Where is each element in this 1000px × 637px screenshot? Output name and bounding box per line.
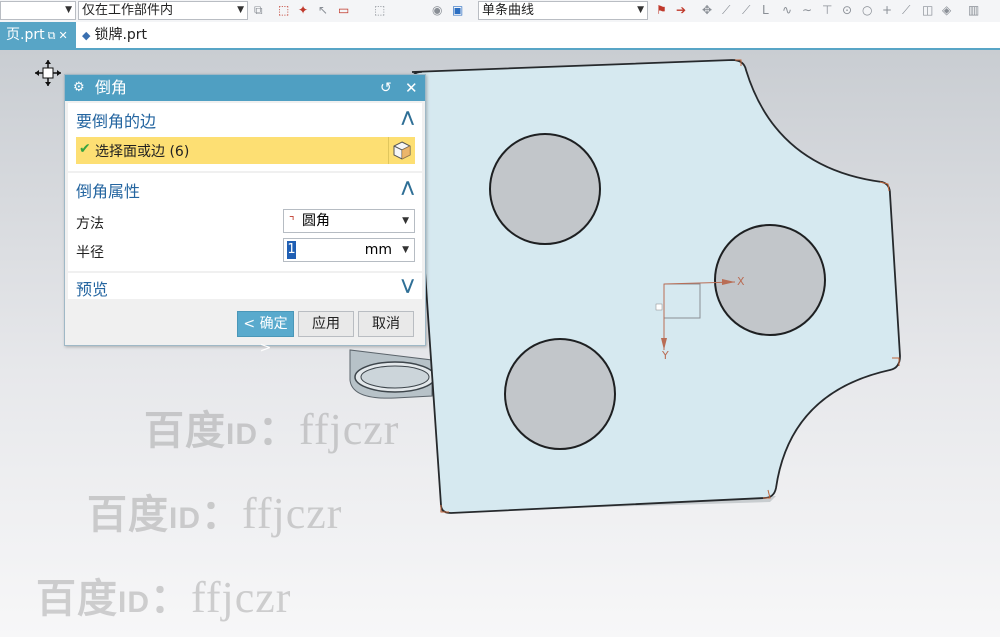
method-value: 圆角	[302, 213, 330, 229]
plate-face	[411, 59, 901, 514]
curve-rule-dropdown[interactable]: 单条曲线 ▼	[478, 1, 648, 20]
reset-icon[interactable]: ↺	[380, 75, 392, 101]
grid-icon[interactable]: ▥	[968, 3, 979, 17]
eye-icon[interactable]: ◈	[942, 3, 951, 17]
tab-label: 页.prt	[6, 27, 45, 43]
move-cursor-icon	[35, 60, 61, 86]
lasso-icon[interactable]: ⬚	[374, 3, 385, 17]
check-icon: ✔	[79, 141, 91, 157]
line2-icon[interactable]: ⟋	[742, 3, 750, 18]
radius-label: 半径	[76, 245, 104, 261]
line-icon[interactable]: ⟋	[722, 3, 730, 18]
selection-scope-value: 仅在工作部件内	[82, 3, 174, 18]
chevron-down-icon: ▼	[637, 5, 644, 15]
chevron-down-icon: ▼	[65, 5, 72, 15]
chevron-down-icon: ▼	[402, 216, 409, 226]
window-icon: ⧉	[47, 29, 56, 42]
connect-icon[interactable]: ⚑	[656, 3, 667, 17]
dialog-title-bar[interactable]: ⚙ 倒角 ↺ ✕	[65, 75, 425, 101]
select-face-or-edge-label: 选择面或边 (6)	[95, 144, 190, 160]
edges-section-header[interactable]: 要倒角的边	[76, 108, 156, 132]
chevron-up-icon[interactable]: ⋀	[401, 178, 414, 196]
apply-button[interactable]: 应用	[298, 311, 354, 337]
watermark: 百度ID：ffjczr	[87, 489, 343, 538]
blend-properties-header[interactable]: 倒角属性	[76, 178, 140, 202]
preview-header[interactable]: 预览	[76, 276, 108, 300]
select-face-or-edge-row[interactable]: ✔ 选择面或边 (6)	[76, 137, 415, 164]
circle-point-icon[interactable]: ⊙	[842, 3, 852, 17]
document-tabs: 页.prt ⧉ ✕ ◆ 锁牌.prt	[0, 22, 1000, 50]
box-select-icon[interactable]: ▭	[338, 3, 349, 17]
arc-icon[interactable]: ᒪ	[762, 3, 769, 17]
snap-point-icon[interactable]: ✥	[702, 3, 712, 17]
plus-icon[interactable]: +	[882, 3, 892, 17]
cube-icon	[393, 141, 411, 160]
circle-icon[interactable]: ○	[862, 3, 872, 17]
gear-icon: ⚙	[73, 80, 85, 95]
tab-label: 锁牌.prt	[94, 27, 148, 43]
cylinder-boss	[349, 349, 436, 399]
toolbar-left-dropdown[interactable]: ▼	[0, 1, 76, 20]
close-icon[interactable]: ✕	[58, 29, 67, 42]
surface-icon[interactable]: ◫	[922, 3, 933, 17]
method-label: 方法	[76, 216, 104, 232]
arrow-icon[interactable]: ➔	[676, 3, 686, 17]
tab-lock-plate[interactable]: ◆ 锁牌.prt	[76, 22, 153, 48]
ok-button[interactable]: < 确定 >	[237, 311, 294, 356]
select-cube-button[interactable]	[388, 137, 415, 164]
close-icon[interactable]: ✕	[405, 75, 418, 101]
radius-value: 1	[287, 241, 296, 259]
dialog-title: 倒角	[95, 78, 128, 97]
cube-icon[interactable]: ▣	[452, 3, 463, 17]
wave-icon[interactable]: ∼	[802, 3, 812, 17]
radius-unit: mm	[364, 242, 392, 258]
x-axis-label: X	[737, 275, 745, 288]
preview-section[interactable]: 预览 ⋁	[68, 273, 422, 299]
watermark: 百度ID：ffjczr	[36, 573, 292, 622]
selection-scope-dropdown[interactable]: 仅在工作部件内 ▼	[78, 1, 248, 20]
tab-active-part[interactable]: 页.prt ⧉ ✕	[0, 22, 76, 48]
curve-icon[interactable]: ∿	[782, 3, 792, 17]
method-dropdown[interactable]: ⌝ 圆角 ▼	[283, 209, 415, 233]
edge-blend-dialog: ⚙ 倒角 ↺ ✕ 要倒角的边 ⋀ ✔ 选择面或边 (6) 倒角属性 ⋀ 方法 ⌝…	[64, 74, 426, 356]
y-axis-label: Y	[662, 349, 669, 362]
chevron-down-icon: ▼	[237, 5, 244, 15]
filter-icon[interactable]: ⬚	[278, 3, 289, 17]
select-icon[interactable]: ✦	[298, 3, 308, 17]
cancel-button[interactable]: 取消	[358, 311, 414, 337]
chevron-down-icon[interactable]: ⋁	[401, 276, 414, 294]
curve-rule-value: 单条曲线	[482, 3, 535, 18]
top-toolbar: ▼ 仅在工作部件内 ▼ ⧉ ⬚ ✦ ↖ ▭ ⬚ ◉ ▣ 单条曲线 ▼ ⚑ ➔ ✥…	[0, 0, 1000, 23]
pointer-icon[interactable]: ↖	[318, 3, 328, 17]
part-icon: ◆	[82, 29, 91, 42]
fillet-icon: ⌝	[289, 214, 295, 228]
chevron-down-icon: ▼	[402, 245, 409, 255]
snap-icon[interactable]: ⧉	[254, 3, 263, 18]
watermark: 百度ID：ffjczr	[144, 405, 400, 454]
radius-input[interactable]: 1 mm ▼	[283, 238, 415, 262]
sphere-icon[interactable]: ◉	[432, 3, 442, 17]
tangent-icon[interactable]: ⊤	[822, 3, 832, 17]
slash-icon[interactable]: ⟋	[902, 3, 910, 18]
chevron-up-icon[interactable]: ⋀	[401, 108, 414, 126]
